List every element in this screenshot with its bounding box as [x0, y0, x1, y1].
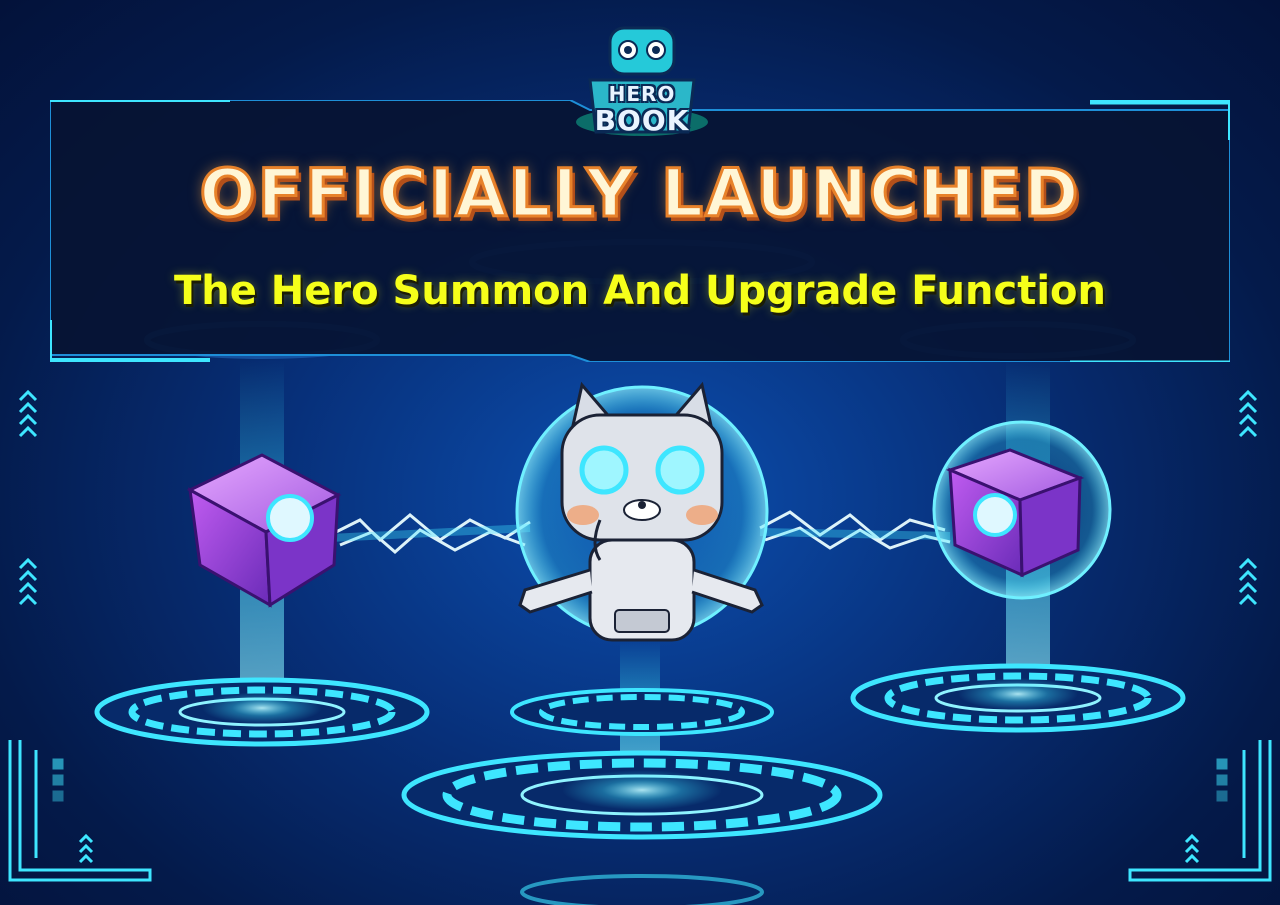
summon-cube-left	[186, 453, 342, 608]
promo-scene: HERO BOOK OFFICIALLY LAUNCHED The Hero S…	[0, 0, 1280, 905]
summon-illustration	[186, 381, 1112, 642]
